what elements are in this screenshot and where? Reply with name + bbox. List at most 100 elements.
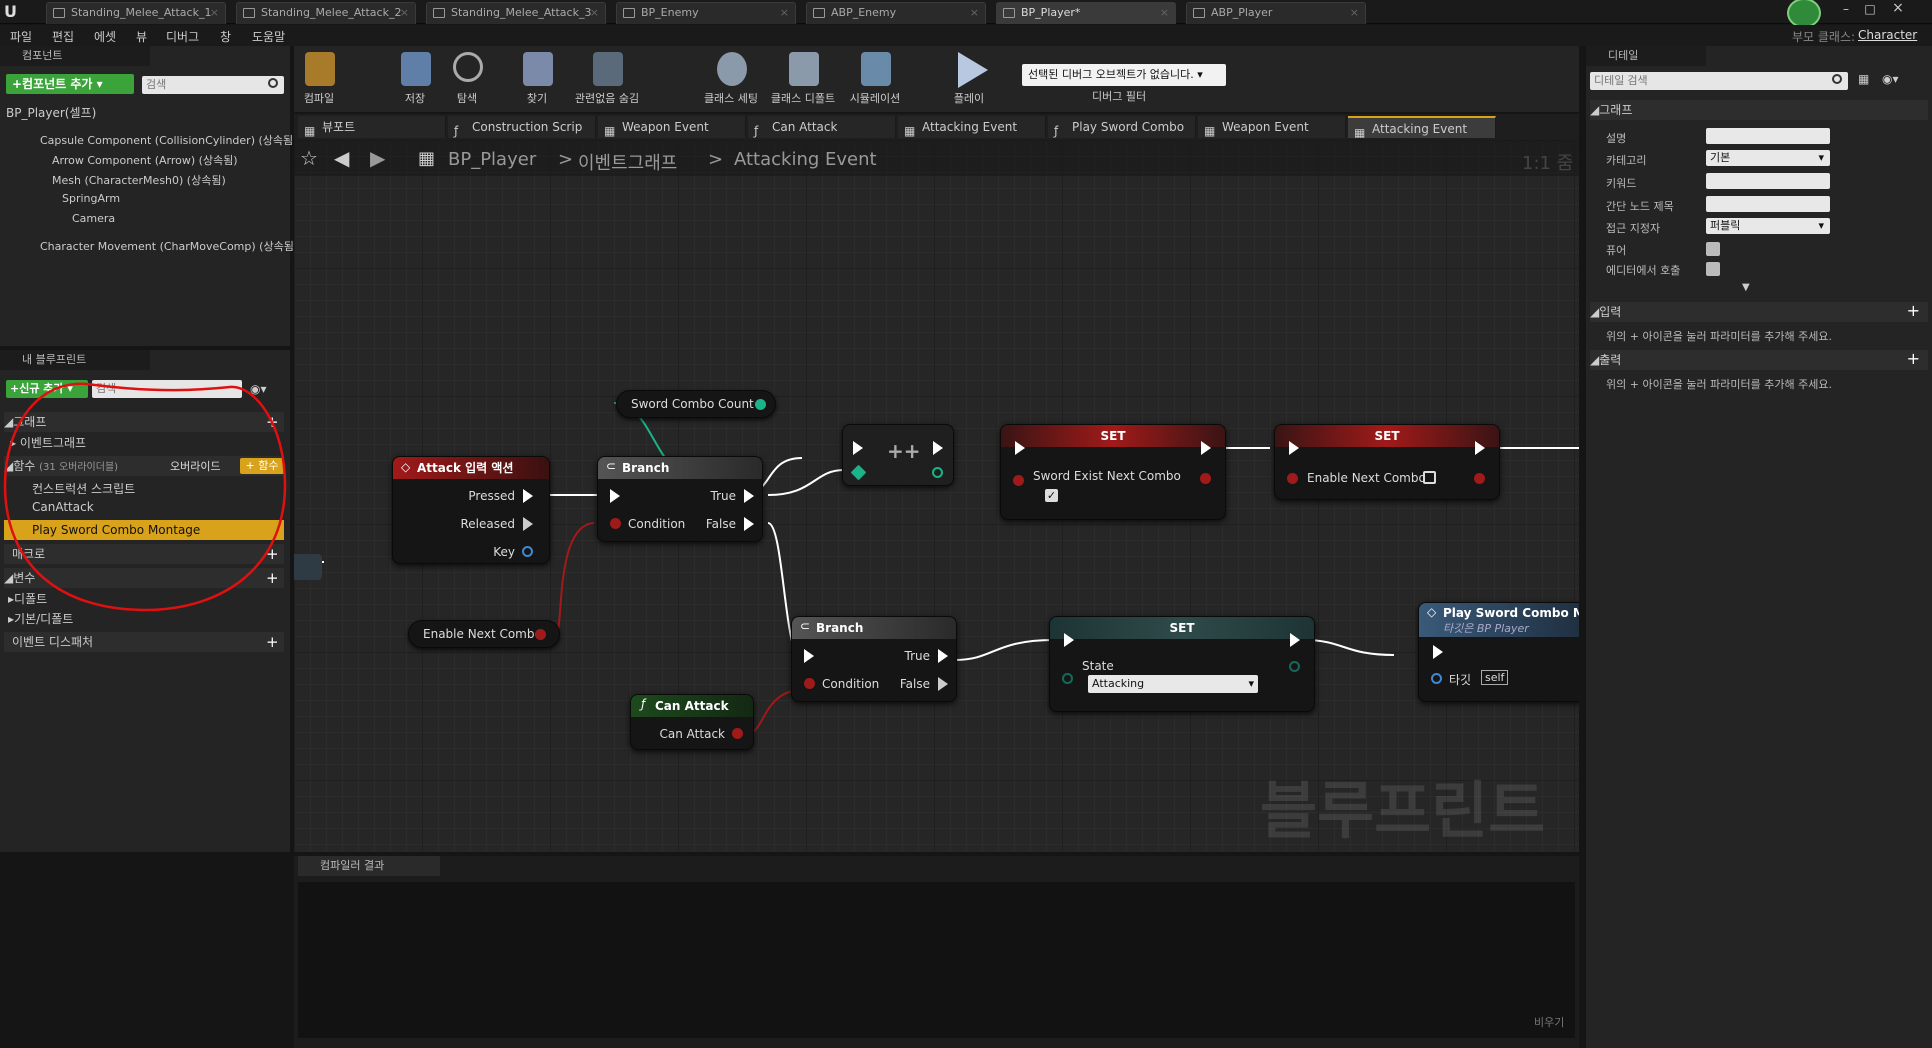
menu-view[interactable]: 뷰 [136,28,147,45]
component-item[interactable]: Camera [72,212,115,225]
int-in-pin[interactable] [850,464,867,481]
released-exec-pin[interactable] [523,517,533,531]
doc-tab-active[interactable]: BP_Player* × [996,2,1176,24]
graph-tab-viewport[interactable]: ▦ 뷰포트 [298,116,446,138]
condition-pin[interactable] [610,518,621,529]
find-button[interactable]: 찾기 [502,50,572,108]
branch-node[interactable]: Branch ⊂ True Condition False [597,456,763,542]
graph-tab-can-attack[interactable]: ƒ Can Attack [748,116,896,138]
exec-in-pin[interactable] [1289,441,1299,455]
close-icon[interactable]: × [1350,3,1359,23]
int-pin[interactable] [755,399,766,410]
bool-out-pin[interactable] [732,728,743,739]
exec-in-pin[interactable] [1433,645,1443,659]
detail-keywords-input[interactable] [1706,173,1830,189]
menu-file[interactable]: 파일 [10,28,32,45]
add-input-icon[interactable]: + [1907,301,1920,321]
add-output-icon[interactable]: + [1907,349,1920,369]
offscreen-node[interactable] [294,554,322,580]
detail-category-select[interactable]: 기본 ▾ [1706,150,1830,166]
maximize-button[interactable]: □ [1860,2,1880,18]
doc-tab[interactable]: Standing_Melee_Attack_2 × [236,2,416,24]
component-item[interactable]: Capsule Component (CollisionCylinder) (상… [40,132,297,148]
true-exec-pin[interactable] [744,489,754,503]
menu-help[interactable]: 도움말 [252,28,285,45]
bool-in-pin[interactable] [1287,473,1298,484]
component-root[interactable]: BP_Player(셀프) [6,104,96,121]
exec-in-pin[interactable] [1064,633,1074,647]
debug-object-select[interactable]: 선택된 디버그 오브젝트가 없습니다. ▾ [1022,64,1226,86]
bool-pin[interactable] [535,629,546,640]
set-enable-next-combo-node[interactable]: SET Enable Next Combo [1274,424,1500,500]
branch-node[interactable]: Branch ⊂ True Condition False [791,616,957,702]
exec-out-pin[interactable] [1475,441,1485,455]
detail-access-select[interactable]: 퍼블릭 ▾ [1706,218,1830,234]
enum-in-pin[interactable] [1062,673,1073,684]
menu-asset[interactable]: 에셋 [94,28,116,45]
exec-out-pin[interactable] [1290,633,1300,647]
exec-in-pin[interactable] [853,441,863,455]
pressed-exec-pin[interactable] [523,489,533,503]
exec-out-pin[interactable] [933,441,943,455]
can-attack-node[interactable]: Can Attack ƒ Can Attack [630,694,754,750]
call-in-editor-checkbox[interactable] [1706,262,1720,276]
bool-out-pin[interactable] [1474,473,1485,484]
play-button[interactable]: 플레이 [934,50,1004,108]
component-item[interactable]: SpringArm [62,192,120,205]
doc-tab[interactable]: BP_Enemy × [616,2,796,24]
value-checkbox[interactable]: ✓ [1045,489,1058,502]
doc-tab[interactable]: ABP_Enemy × [806,2,986,24]
exec-out-pin[interactable] [1201,441,1211,455]
graph-tab-weapon-event[interactable]: ▦ Weapon Event [598,116,746,138]
set-sword-exist-next-combo-node[interactable]: SET Sword Exist Next Combo ✓ [1000,424,1226,520]
condition-pin[interactable] [804,678,815,689]
section-dispatchers[interactable]: 이벤트 디스패처 [4,632,284,652]
value-checkbox[interactable] [1423,471,1436,484]
graph-tab-weapon-event[interactable]: ▦ Weapon Event [1198,116,1346,138]
enable-next-combo-getter[interactable]: Enable Next Combo [408,620,560,648]
graph-tab-attacking-event[interactable]: ▦ Attacking Event [898,116,1046,138]
detail-compact-title-input[interactable] [1706,196,1830,212]
state-enum-select[interactable]: Attacking ▾ [1088,675,1258,693]
add-component-button[interactable]: +컴포넌트 추가 ▾ [6,74,134,94]
simulation-button[interactable]: 시뮬레이션 [840,50,910,108]
class-defaults-button[interactable]: 클래스 디폴트 [768,50,838,108]
increment-node[interactable]: ++ [842,424,954,486]
component-item[interactable]: Character Movement (CharMoveComp) (상속됨) [40,238,298,254]
close-icon[interactable]: × [780,3,789,23]
key-pin[interactable] [522,546,533,557]
graph-tab-play-sword-combo[interactable]: ƒ Play Sword Combo [1048,116,1196,138]
graph-tab-attacking-event-active[interactable]: ▦ Attacking Event [1348,116,1496,138]
doc-tab[interactable]: Standing_Melee_Attack_3 × [426,2,606,24]
details-search-input[interactable] [1590,72,1848,90]
set-state-node[interactable]: SET State Attacking ▾ [1049,616,1315,712]
close-icon[interactable]: × [970,3,979,23]
component-item[interactable]: Arrow Component (Arrow) (상속됨) [52,152,238,168]
close-window-button[interactable]: × [1886,0,1910,18]
exec-in-pin[interactable] [1015,441,1025,455]
browse-button[interactable]: 탐색 [432,50,502,108]
exec-in-pin[interactable] [610,489,620,503]
detail-description-input[interactable] [1706,128,1830,144]
bool-out-pin[interactable] [1200,473,1211,484]
parent-class-link[interactable]: Character [1858,28,1917,42]
close-icon[interactable]: × [1160,3,1169,23]
menu-debug[interactable]: 디버그 [166,28,199,45]
compile-button[interactable]: 컴파일 [284,50,354,108]
section-graph[interactable]: ◢그래프 [1590,100,1928,120]
section-outputs[interactable]: ◢출력 + [1590,349,1928,370]
pure-checkbox[interactable] [1706,242,1720,256]
close-icon[interactable]: × [210,3,219,23]
exec-in-pin[interactable] [804,649,814,663]
false-exec-pin[interactable] [938,677,948,691]
doc-tab[interactable]: Standing_Melee_Attack_1 × [46,2,226,24]
grid-view-icon[interactable]: ▦ [1858,72,1869,86]
menu-window[interactable]: 창 [220,28,231,45]
menu-edit[interactable]: 편집 [52,28,74,45]
doc-tab[interactable]: ABP_Player × [1186,2,1366,24]
add-dispatcher-icon[interactable]: + [266,633,279,651]
enum-out-pin[interactable] [1289,661,1300,672]
target-pin[interactable] [1431,673,1442,684]
bool-in-pin[interactable] [1013,475,1024,486]
sword-combo-count-getter[interactable]: Sword Combo Count [616,390,776,418]
